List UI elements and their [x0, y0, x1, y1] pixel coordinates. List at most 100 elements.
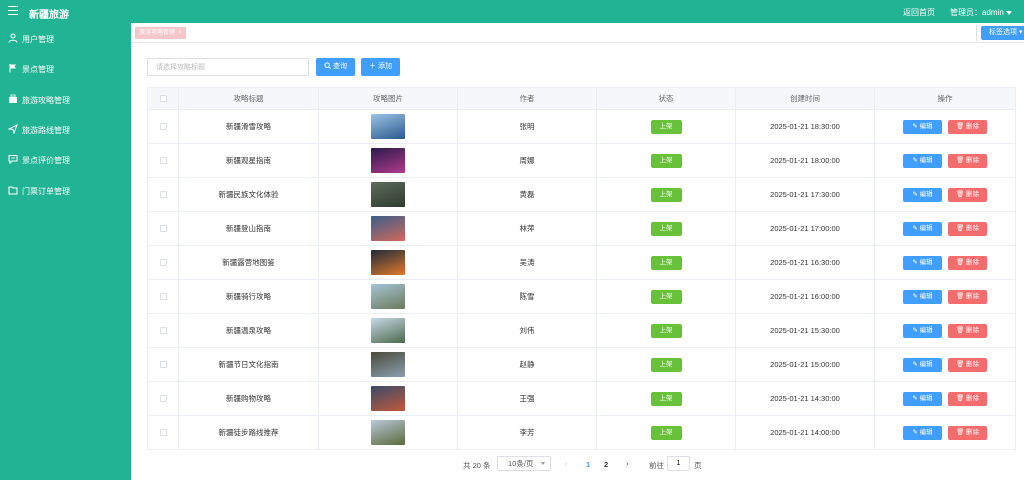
guide-thumbnail[interactable] [371, 318, 405, 343]
trash-icon: 🗑 [955, 258, 965, 266]
edit-button[interactable]: ✎ 编辑 [903, 289, 942, 304]
delete-label: 删除 [966, 428, 980, 436]
home-link[interactable]: 返回首页 [903, 7, 935, 18]
edit-label: 编辑 [919, 428, 933, 436]
row-checkbox[interactable] [159, 157, 167, 164]
menu-toggle-icon[interactable] [8, 6, 18, 16]
page-size-select[interactable]: 10条/页 [497, 456, 551, 471]
sidebar-item-tickets[interactable]: 门票订单管理 [0, 181, 131, 201]
next-page-icon[interactable]: › [626, 459, 629, 468]
status-badge[interactable]: 上架 [650, 425, 682, 440]
guide-thumbnail[interactable] [371, 250, 405, 275]
delete-label: 删除 [966, 122, 980, 130]
guide-thumbnail[interactable] [371, 216, 405, 241]
row-checkbox[interactable] [159, 395, 167, 402]
search-input[interactable] [147, 58, 309, 76]
edit-button[interactable]: ✎ 编辑 [903, 119, 942, 134]
guide-thumbnail[interactable] [371, 182, 405, 207]
edit-button[interactable]: ✎ 编辑 [903, 357, 942, 372]
add-button[interactable]: ＋ 添加 [361, 58, 400, 76]
prev-page-icon[interactable]: ‹ [565, 459, 568, 468]
row-checkbox[interactable] [159, 191, 167, 198]
status-badge[interactable]: 上架 [650, 153, 682, 168]
delete-button[interactable]: 🗑 删除 [948, 221, 987, 236]
delete-button[interactable]: 🗑 删除 [948, 425, 987, 440]
status-badge[interactable]: 上架 [650, 357, 682, 372]
guide-thumbnail[interactable] [371, 420, 405, 445]
delete-label: 删除 [966, 360, 980, 368]
delete-label: 删除 [966, 224, 980, 232]
created-time: 2025-01-21 18:00:00 [736, 144, 875, 177]
admin-label: 管理员：admin [950, 8, 1004, 17]
status-cell: 上架 [597, 280, 736, 313]
delete-button[interactable]: 🗑 删除 [948, 357, 987, 372]
status-badge[interactable]: 上架 [650, 221, 682, 236]
status-badge[interactable]: 上架 [650, 119, 682, 134]
edit-button[interactable]: ✎ 编辑 [903, 323, 942, 338]
status-badge[interactable]: 上架 [650, 255, 682, 270]
edit-button[interactable]: ✎ 编辑 [903, 255, 942, 270]
guide-author: 张明 [458, 110, 597, 143]
sidebar-item-guides[interactable]: 旅游攻略管理 [0, 90, 131, 110]
row-checkbox[interactable] [159, 123, 167, 130]
actions-cell: ✎ 编辑 🗑 删除 [875, 246, 1016, 279]
active-tag[interactable]: 旅游攻略管理 × [135, 27, 186, 39]
row-checkbox[interactable] [159, 429, 167, 436]
delete-button[interactable]: 🗑 删除 [948, 187, 987, 202]
sidebar-item-users[interactable]: 用户管理 [0, 29, 131, 49]
row-checkbox[interactable] [159, 225, 167, 232]
row-checkbox[interactable] [159, 259, 167, 266]
page-1[interactable]: 1 [586, 460, 590, 469]
row-checkbox[interactable] [159, 293, 167, 300]
select-all-checkbox[interactable] [159, 95, 167, 102]
close-icon[interactable]: × [178, 30, 182, 36]
delete-button[interactable]: 🗑 删除 [948, 391, 987, 406]
tab-options-button[interactable]: 标签选项 ▾ [981, 26, 1024, 40]
edit-button[interactable]: ✎ 编辑 [903, 153, 942, 168]
actions-cell: ✎ 编辑 🗑 删除 [875, 280, 1016, 313]
edit-button[interactable]: ✎ 编辑 [903, 187, 942, 202]
goto-page-input[interactable] [667, 456, 690, 471]
guide-author: 陈雪 [458, 280, 597, 313]
sidebar-item-routes[interactable]: 旅游路线管理 [0, 120, 131, 140]
row-checkbox[interactable] [159, 327, 167, 334]
delete-button[interactable]: 🗑 删除 [948, 153, 987, 168]
status-badge[interactable]: 上架 [650, 391, 682, 406]
sidebar-item-label: 门票订单管理 [22, 187, 70, 196]
delete-label: 删除 [966, 326, 980, 334]
page-2[interactable]: 2 [604, 460, 608, 469]
edit-button[interactable]: ✎ 编辑 [903, 391, 942, 406]
delete-button[interactable]: 🗑 删除 [948, 289, 987, 304]
image-cell [319, 314, 458, 347]
status-badge[interactable]: 上架 [650, 187, 682, 202]
actions-cell: ✎ 编辑 🗑 删除 [875, 416, 1016, 449]
guide-title: 新疆露营地图鉴 [179, 246, 319, 279]
row-checkbox[interactable] [159, 361, 167, 368]
folder-icon [8, 186, 18, 195]
query-button[interactable]: 查询 [316, 58, 355, 76]
admin-dropdown[interactable]: 管理员：admin [950, 7, 1012, 18]
image-cell [319, 212, 458, 245]
actions-cell: ✎ 编辑 🗑 删除 [875, 144, 1016, 177]
guide-thumbnail[interactable] [371, 284, 405, 309]
status-badge[interactable]: 上架 [650, 289, 682, 304]
table-body: 新疆滑雪攻略 张明 上架 2025-01-21 18:30:00 ✎ 编辑 🗑 删除 新疆观… [148, 110, 1016, 450]
edit-button[interactable]: ✎ 编辑 [903, 221, 942, 236]
sidebar-item-label: 景点评价管理 [22, 156, 70, 165]
delete-button[interactable]: 🗑 删除 [948, 255, 987, 270]
tab-options-label: 标签选项 [989, 29, 1017, 36]
delete-button[interactable]: 🗑 删除 [948, 119, 987, 134]
edit-button[interactable]: ✎ 编辑 [903, 425, 942, 440]
delete-label: 删除 [966, 258, 980, 266]
status-badge[interactable]: 上架 [650, 323, 682, 338]
guide-thumbnail[interactable] [371, 352, 405, 377]
trash-icon: 🗑 [955, 428, 965, 436]
guide-thumbnail[interactable] [371, 386, 405, 411]
edit-label: 编辑 [919, 258, 933, 266]
guide-thumbnail[interactable] [371, 148, 405, 173]
delete-button[interactable]: 🗑 删除 [948, 323, 987, 338]
sidebar-item-attractions[interactable]: 景点管理 [0, 59, 131, 79]
sidebar-item-reviews[interactable]: 景点评价管理 [0, 150, 131, 170]
guide-thumbnail[interactable] [371, 114, 405, 139]
total-count: 共 20 条 [463, 461, 491, 470]
